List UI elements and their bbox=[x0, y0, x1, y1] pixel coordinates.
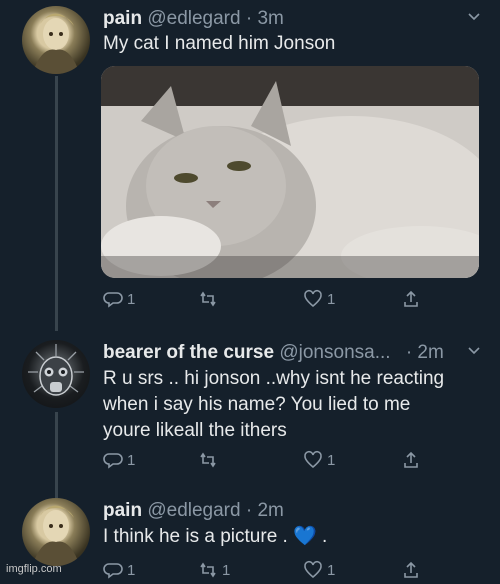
share-button[interactable] bbox=[401, 450, 421, 470]
display-name[interactable]: pain bbox=[103, 8, 142, 29]
reply-button[interactable]: 1 bbox=[103, 450, 135, 470]
watermark: imgflip.com bbox=[6, 563, 62, 575]
reply-count: 1 bbox=[127, 451, 136, 469]
tweet-header: bearer of the curse @jonsonsa... · 2m bbox=[103, 342, 444, 364]
tweet-text: I think he is a picture . 💙 . bbox=[103, 526, 328, 547]
more-options-icon[interactable] bbox=[466, 342, 482, 363]
avatar[interactable] bbox=[22, 340, 90, 408]
tweet-text-line: youre likeall the ithers bbox=[103, 420, 287, 441]
share-button[interactable] bbox=[401, 560, 421, 580]
timestamp[interactable]: · 3m bbox=[246, 8, 284, 29]
display-name[interactable]: pain bbox=[103, 500, 142, 521]
avatar[interactable] bbox=[22, 498, 90, 566]
reply-icon bbox=[103, 563, 123, 579]
share-icon bbox=[404, 290, 418, 307]
tweet-1[interactable]: pain @edlegard · 3m My cat I named him J… bbox=[0, 0, 500, 330]
username[interactable]: @jonsonsa... bbox=[279, 342, 390, 363]
tweet-photo[interactable] bbox=[101, 66, 479, 278]
reply-icon bbox=[103, 292, 123, 308]
retweet-button[interactable] bbox=[198, 450, 222, 470]
timestamp[interactable]: · 2m bbox=[406, 342, 444, 363]
like-count: 1 bbox=[327, 561, 336, 579]
timestamp[interactable]: · 2m bbox=[246, 500, 284, 521]
retweet-button[interactable] bbox=[198, 289, 222, 309]
share-icon bbox=[404, 561, 418, 578]
tweet-3[interactable]: pain @edlegard · 2m I think he is a pict… bbox=[0, 490, 500, 579]
avatar-image bbox=[28, 344, 84, 396]
share-icon bbox=[404, 451, 418, 468]
heart-icon bbox=[304, 450, 322, 469]
heart-icon bbox=[304, 560, 322, 579]
like-count: 1 bbox=[327, 451, 336, 469]
retweet-icon bbox=[200, 452, 216, 468]
tweet-actions: 1 1 bbox=[103, 450, 433, 474]
retweet-icon bbox=[200, 291, 216, 307]
tweet-actions: 1 1 bbox=[103, 289, 433, 313]
share-button[interactable] bbox=[401, 289, 421, 309]
tweet-text: R u srs .. hi jonson ..why isnt he react… bbox=[103, 366, 444, 444]
retweet-count: 1 bbox=[222, 561, 231, 579]
tweet-header: pain @edlegard · 3m bbox=[103, 8, 284, 30]
reply-button[interactable]: 1 bbox=[103, 560, 135, 580]
tweet-header: pain @edlegard · 2m bbox=[103, 500, 284, 522]
reply-count: 1 bbox=[127, 561, 136, 579]
avatar-image bbox=[32, 505, 80, 566]
more-options-icon[interactable] bbox=[466, 8, 482, 29]
reply-count: 1 bbox=[127, 290, 136, 308]
tweet-2[interactable]: bearer of the curse @jonsonsa... · 2m R … bbox=[0, 330, 500, 490]
reply-icon bbox=[103, 453, 123, 469]
display-name[interactable]: bearer of the curse bbox=[103, 342, 274, 363]
like-button[interactable]: 1 bbox=[303, 450, 335, 470]
avatar[interactable] bbox=[22, 6, 90, 74]
heart-icon bbox=[304, 289, 322, 308]
tweet-actions: 1 1 1 bbox=[103, 560, 433, 584]
username[interactable]: @edlegard bbox=[147, 8, 240, 29]
like-button[interactable]: 1 bbox=[303, 560, 335, 580]
retweet-icon bbox=[200, 562, 216, 578]
cat-photo bbox=[101, 66, 479, 278]
like-button[interactable]: 1 bbox=[303, 289, 335, 309]
username[interactable]: @edlegard bbox=[147, 500, 240, 521]
avatar-image bbox=[32, 13, 80, 74]
tweet-text-line: R u srs .. hi jonson ..why isnt he react… bbox=[103, 368, 445, 389]
tweet-text: My cat I named him Jonson bbox=[103, 33, 336, 54]
like-count: 1 bbox=[327, 290, 336, 308]
retweet-button[interactable]: 1 bbox=[198, 560, 230, 580]
reply-button[interactable]: 1 bbox=[103, 289, 135, 309]
tweet-text-line: when i say his name? You lied to me bbox=[103, 394, 411, 415]
